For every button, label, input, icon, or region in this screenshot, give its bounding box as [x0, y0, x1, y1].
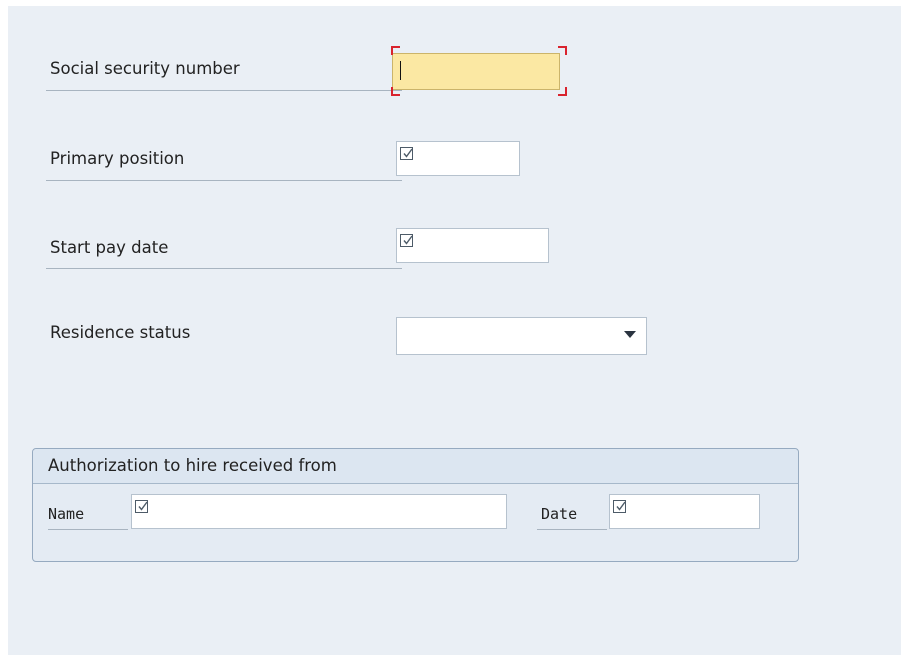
date-label: Date [541, 505, 578, 523]
name-label-underline [48, 529, 128, 530]
ssn-label-underline [46, 90, 402, 91]
text-cursor [400, 61, 401, 80]
date-label-underline [537, 529, 607, 530]
required-checkbox-icon [135, 500, 148, 513]
required-checkbox-icon [613, 500, 626, 513]
date-input[interactable] [609, 494, 760, 529]
ssn-input[interactable] [392, 53, 560, 90]
chevron-down-icon[interactable] [624, 331, 636, 338]
group-header: Authorization to hire received from [33, 449, 798, 484]
primary-position-input[interactable] [396, 141, 520, 176]
focus-corner-tr [558, 46, 567, 55]
start-pay-date-input[interactable] [396, 228, 549, 263]
start-pay-date-underline [46, 268, 402, 269]
focus-corner-tl [391, 46, 400, 55]
name-label: Name [48, 505, 85, 523]
focus-corner-br [558, 87, 567, 96]
name-input[interactable] [131, 494, 507, 529]
focus-corner-bl [391, 87, 400, 96]
required-checkbox-icon [400, 147, 413, 160]
required-checkbox-icon [400, 234, 413, 247]
authorization-group: Authorization to hire received from Name… [32, 448, 799, 562]
residence-status-dropdown[interactable] [396, 317, 647, 355]
group-title: Authorization to hire received from [48, 456, 337, 475]
form-screen: Social security number Primary position … [8, 6, 901, 655]
primary-position-underline [46, 180, 402, 181]
